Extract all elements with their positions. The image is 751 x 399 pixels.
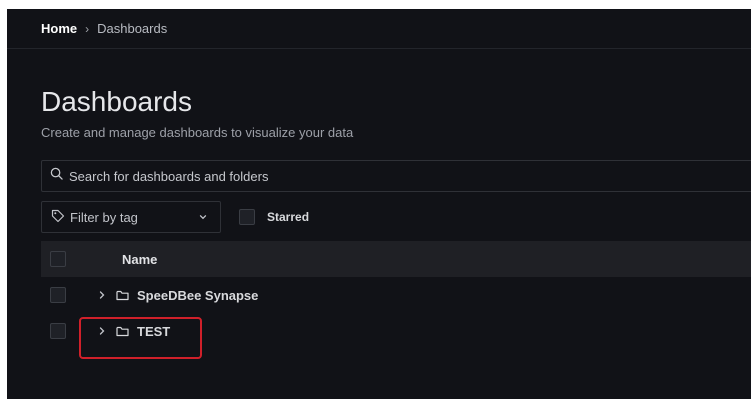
folder-name[interactable]: TEST (137, 324, 170, 339)
row-checkbox[interactable] (50, 287, 66, 303)
chevron-down-icon (198, 212, 208, 222)
column-header-name[interactable]: Name (122, 252, 157, 267)
select-all-checkbox[interactable] (50, 251, 66, 267)
breadcrumb-current: Dashboards (97, 21, 168, 36)
starred-checkbox[interactable] (239, 209, 255, 225)
tag-icon (51, 209, 65, 226)
table-row[interactable]: TEST (41, 313, 751, 349)
search-input[interactable] (69, 168, 669, 184)
starred-filter[interactable]: Starred (239, 209, 309, 225)
search-icon (50, 167, 63, 185)
dashboards-page: Home › Dashboards Dashboards Create and … (7, 9, 751, 399)
folder-name[interactable]: SpeeDBee Synapse (137, 288, 258, 303)
filter-by-tag-select[interactable]: Filter by tag (41, 201, 221, 233)
starred-label: Starred (267, 210, 310, 224)
chevron-right-icon[interactable] (98, 326, 106, 336)
row-checkbox[interactable] (50, 323, 66, 339)
folder-icon (116, 290, 129, 301)
filter-by-tag-label: Filter by tag (70, 209, 138, 225)
folder-icon (116, 326, 129, 337)
breadcrumb: Home › Dashboards (7, 9, 751, 49)
page-title: Dashboards (41, 86, 192, 117)
table-row[interactable]: SpeeDBee Synapse (41, 277, 751, 313)
chevron-right-icon[interactable] (98, 290, 106, 300)
breadcrumb-separator: › (85, 21, 90, 36)
table-header: Name (41, 241, 751, 277)
search-box[interactable] (41, 160, 751, 192)
breadcrumb-home[interactable]: Home (41, 21, 77, 36)
page-subtitle: Create and manage dashboards to visualiz… (41, 125, 354, 140)
